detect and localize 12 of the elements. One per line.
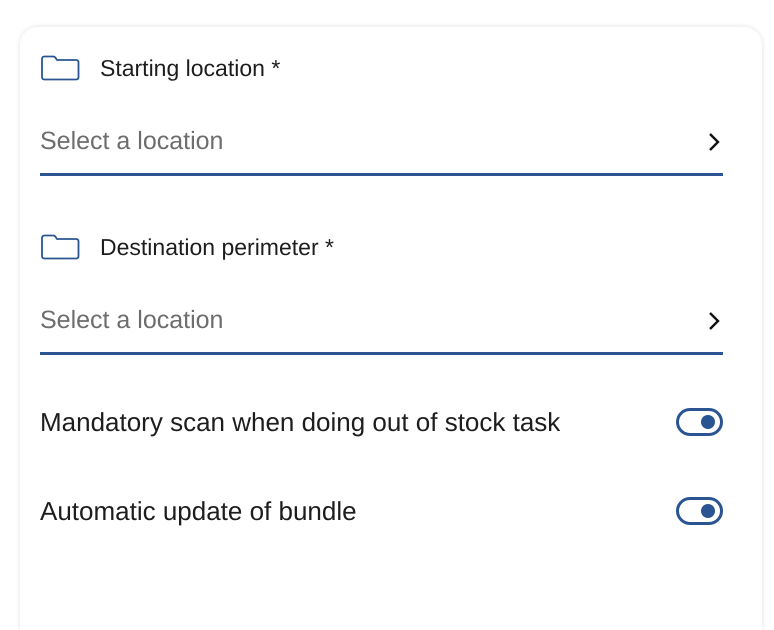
toggle-label: Automatic update of bundle (40, 496, 357, 526)
location-select-field[interactable]: Select a location (40, 289, 723, 355)
folder-icon (40, 234, 80, 260)
toggle-switch[interactable] (676, 497, 723, 525)
location-select-field[interactable]: Select a location (40, 110, 723, 176)
chevron-right-icon (707, 310, 721, 330)
chevron-right-icon (707, 132, 721, 152)
folder-icon (40, 55, 80, 81)
toggle-switch[interactable] (676, 408, 723, 436)
field-label: Destination perimeter * (100, 234, 334, 260)
field-label: Starting location * (100, 54, 280, 82)
toggle-label: Mandatory scan when doing out of stock task (40, 406, 560, 438)
